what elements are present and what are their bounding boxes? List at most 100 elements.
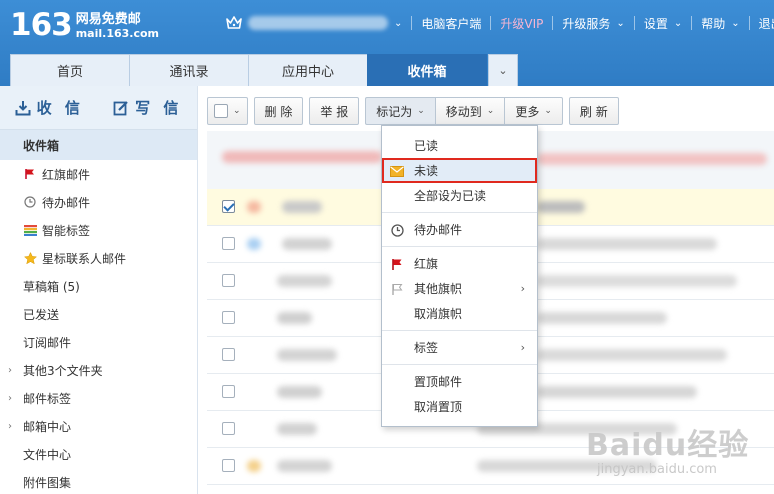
folder-drafts[interactable]: 草稿箱 (5) (0, 272, 197, 300)
more-button[interactable]: 更多 ⌄ (504, 97, 563, 125)
row-checkbox[interactable] (222, 385, 235, 398)
crown-icon (226, 16, 242, 29)
menu-item-label: 置顶邮件 (414, 375, 463, 389)
watermark-logo: Baidu经验 (586, 428, 750, 463)
delete-button[interactable]: 删 除 (253, 97, 304, 125)
move-to-label: 移动到 (445, 104, 482, 119)
nav-help[interactable]: 帮助 (701, 15, 725, 32)
folder-inbox[interactable]: 收件箱 (0, 130, 197, 160)
menu-item-mark-all-read[interactable]: 全部设为已读 (382, 183, 537, 208)
folder-label: 文件中心 (23, 447, 72, 462)
chevron-right-icon: › (520, 282, 525, 295)
chevron-down-icon[interactable]: ⌄ (674, 18, 682, 29)
move-to-button[interactable]: 移动到 ⌄ (434, 97, 505, 125)
nav-settings[interactable]: 设置 (644, 15, 668, 32)
download-icon (15, 100, 31, 115)
chevron-down-icon: ⌄ (233, 106, 241, 116)
report-button[interactable]: 举 报 (309, 97, 360, 125)
edit-icon (113, 100, 128, 115)
tab-home[interactable]: 首页 (10, 54, 130, 86)
clock-icon (389, 222, 405, 238)
folder-red-flag[interactable]: 红旗邮件 (0, 160, 197, 188)
menu-item-label: 取消置顶 (414, 400, 463, 414)
row-checkbox[interactable] (222, 237, 235, 250)
chevron-down-icon[interactable]: ⌄ (731, 18, 739, 29)
folder-label: 星标联系人邮件 (42, 251, 127, 266)
nav-desktop-client[interactable]: 电脑客户端 (421, 15, 481, 32)
gray-flag-icon (389, 281, 405, 297)
menu-item-label: 其他旗帜 (414, 282, 463, 296)
menu-divider (382, 330, 537, 331)
logo-number: 163 (10, 7, 73, 43)
compose-button[interactable]: 写 信 (99, 97, 198, 118)
menu-item-labels[interactable]: 标签 › (382, 335, 537, 360)
chevron-right-icon: › (520, 341, 525, 354)
folder-label: 待办邮件 (42, 195, 91, 210)
menu-item-todo[interactable]: 待办邮件 (382, 217, 537, 242)
row-checkbox[interactable] (222, 422, 235, 435)
select-all-checkbox[interactable] (214, 104, 228, 118)
mark-as-menu: 已读 未读 全部设为已读 待办邮件 红旗 其他旗帜 › 取消旗帜 标签 › 置顶… (381, 125, 538, 427)
chevron-down-icon: ⌄ (498, 64, 508, 77)
tab-app-center[interactable]: 应用中心 (248, 54, 368, 86)
menu-divider (382, 364, 537, 365)
menu-item-unread[interactable]: 未读 (382, 158, 537, 183)
logo-domain: mail.163.com (75, 27, 160, 40)
row-checkbox[interactable] (222, 348, 235, 361)
tab-inbox[interactable]: 收件箱 (367, 54, 487, 86)
receive-button[interactable]: 收 信 (0, 97, 99, 118)
folder-label: 已发送 (23, 307, 60, 322)
mark-as-button[interactable]: 标记为 ⌄ (365, 97, 435, 125)
folder-attachment-gallery[interactable]: 附件图集 (0, 468, 197, 494)
account-name-blurred[interactable] (248, 16, 388, 30)
refresh-button[interactable]: 刷 新 (568, 97, 619, 125)
mark-as-label: 标记为 (376, 104, 413, 119)
row-checkbox[interactable] (222, 459, 235, 472)
top-header: 163 网易免费邮 mail.163.com ⌄ 电脑客户端 升级VIP 升级服… (0, 0, 774, 86)
logo-name: 网易免费邮 (75, 12, 141, 27)
nav-logout[interactable]: 退出 (759, 15, 774, 32)
folder-starred-contacts[interactable]: 星标联系人邮件 (0, 244, 197, 272)
menu-item-unpin[interactable]: 取消置顶 (382, 394, 537, 419)
select-all-dropdown[interactable]: ⌄ (207, 97, 248, 125)
chevron-down-icon[interactable]: ⌄ (394, 18, 402, 29)
nav-upgrade-vip[interactable]: 升级VIP (500, 15, 543, 32)
caret-right-icon[interactable]: › (8, 421, 12, 432)
menu-item-other-flags[interactable]: 其他旗帜 › (382, 276, 537, 301)
main-tabs: 首页 通讯录 应用中心 收件箱 ⌄ (10, 54, 518, 86)
folder-label: 邮箱中心 (23, 419, 72, 434)
tab-more-dropdown[interactable]: ⌄ (488, 54, 518, 86)
folder-smart-tags[interactable]: 智能标签 (0, 216, 197, 244)
folder-mailbox-center[interactable]: › 邮箱中心 (0, 412, 197, 440)
folder-todo[interactable]: 待办邮件 (0, 188, 197, 216)
nav-upgrade-service[interactable]: 升级服务 (562, 15, 610, 32)
caret-right-icon[interactable]: › (8, 365, 12, 376)
chevron-down-icon: ⌄ (486, 106, 495, 116)
folder-other-folders[interactable]: › 其他3个文件夹 (0, 356, 197, 384)
caret-right-icon[interactable]: › (8, 393, 12, 404)
top-nav: ⌄ 电脑客户端 升级VIP 升级服务 ⌄ 设置 ⌄ 帮助 ⌄ 退出 (226, 12, 774, 34)
menu-item-label: 红旗 (414, 257, 439, 271)
folder-label: 收件箱 (23, 138, 60, 153)
receive-label: 收 信 (36, 99, 84, 117)
folder-mail-tags[interactable]: › 邮件标签 (0, 384, 197, 412)
menu-item-remove-flag[interactable]: 取消旗帜 (382, 301, 537, 326)
folder-file-center[interactable]: 文件中心 (0, 440, 197, 468)
more-label: 更多 (515, 104, 540, 119)
folder-sent[interactable]: 已发送 (0, 300, 197, 328)
chevron-down-icon[interactable]: ⌄ (616, 18, 624, 29)
menu-item-pin-top[interactable]: 置顶邮件 (382, 369, 537, 394)
row-checkbox[interactable] (222, 274, 235, 287)
tab-contacts[interactable]: 通讯录 (129, 54, 249, 86)
folder-subscriptions[interactable]: 订阅邮件 (0, 328, 197, 356)
menu-item-read[interactable]: 已读 (382, 133, 537, 158)
envelope-icon (389, 163, 405, 179)
folder-label: 智能标签 (42, 223, 91, 238)
row-checkbox[interactable] (222, 311, 235, 324)
logo[interactable]: 163 网易免费邮 mail.163.com (10, 8, 159, 42)
row-checkbox[interactable] (222, 200, 235, 213)
menu-divider (382, 212, 537, 213)
menu-item-label: 待办邮件 (414, 223, 463, 237)
menu-item-red-flag[interactable]: 红旗 (382, 251, 537, 276)
chevron-down-icon: ⌄ (544, 106, 552, 116)
